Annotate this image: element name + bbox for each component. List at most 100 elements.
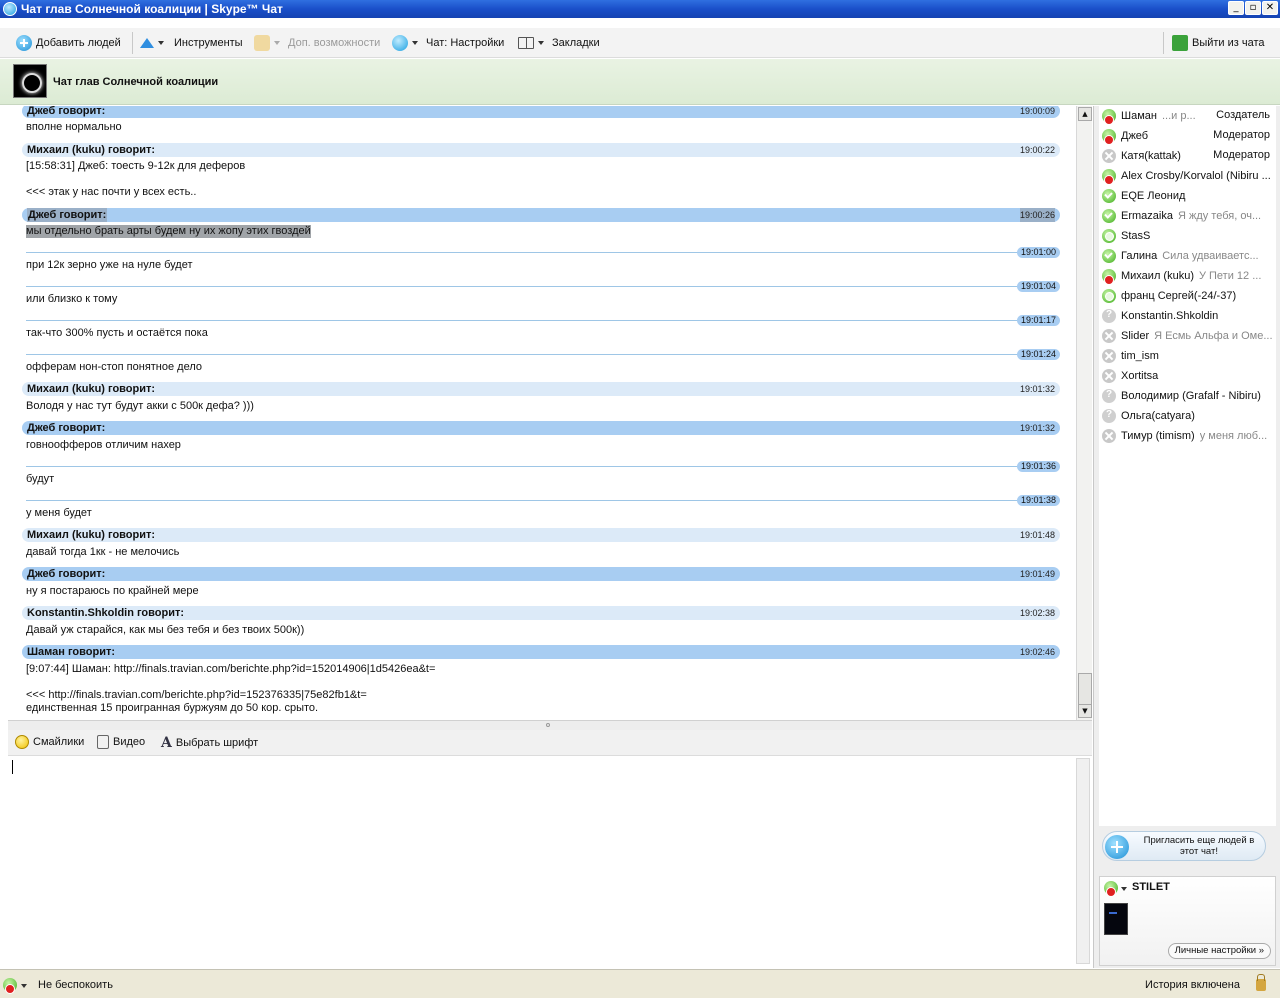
online-status-icon xyxy=(1102,189,1116,203)
participant-item[interactable]: Ольга(catyara) xyxy=(1099,406,1276,426)
participant-item[interactable]: Ermazaika Я жду тебя, оч... xyxy=(1099,206,1276,226)
font-button[interactable]: A Выбрать шрифт xyxy=(161,735,258,751)
font-label: Выбрать шрифт xyxy=(175,737,259,749)
scroll-down-arrow[interactable]: ▼ xyxy=(1078,704,1092,718)
participant-item[interactable]: Джеб Модератор xyxy=(1099,126,1276,146)
dnd-status-icon[interactable] xyxy=(3,978,17,994)
message-time: 19:01:36 xyxy=(1016,461,1060,472)
participant-mood: Сила удваиваетс... xyxy=(1162,250,1259,262)
maximize-button[interactable]: ▫ xyxy=(1245,1,1261,15)
message-history[interactable]: Джеб говорит: 19:00:09 вполне нормально … xyxy=(8,106,1076,720)
chat-title: Чат глав Солнечной коалиции xyxy=(53,76,219,88)
offline-status-icon xyxy=(1102,369,1116,383)
message-line: <<< этак у нас почти у всех есть.. xyxy=(26,186,197,198)
participant-item[interactable]: Slider Я Есмь Альфа и Оме... xyxy=(1099,326,1276,346)
away-status-icon xyxy=(1102,289,1116,303)
participant-item[interactable]: Михаил (kuku) У Пети 12 ... xyxy=(1099,266,1276,286)
participant-mood: Я Есмь Альфа и Оме... xyxy=(1154,330,1273,342)
video-button[interactable]: Видео xyxy=(97,735,145,749)
invite-button[interactable]: Пригласить еще людей в этот чат! xyxy=(1102,831,1266,861)
online-status[interactable]: Не беспокоить xyxy=(38,979,113,991)
participant-mood: Я жду тебя, оч... xyxy=(1177,210,1262,222)
participant-item[interactable]: StasS xyxy=(1099,226,1276,246)
message-scrollbar[interactable]: ▲ ▼ xyxy=(1076,106,1092,720)
message-line: вполне нормально xyxy=(26,121,122,133)
pane-splitter[interactable] xyxy=(8,720,1092,730)
participant-name: Xortitsa xyxy=(1121,370,1159,382)
smileys-label: Смайлики xyxy=(33,736,85,748)
participant-item[interactable]: tim_ism xyxy=(1099,346,1276,366)
status-bar: Не беспокоить История включена xyxy=(0,969,1280,998)
message-header: Михаил (kuku) говорит: 19:01:32 xyxy=(22,382,1060,396)
participant-item[interactable]: Xortitsa xyxy=(1099,366,1276,386)
message-line[interactable]: [9:07:44] Шаман: http://finals.travian.c… xyxy=(26,663,435,676)
participant-name: Тимур (timism) xyxy=(1121,430,1195,442)
message-time: 19:01:24 xyxy=(1016,349,1060,360)
chevron-down-icon[interactable] xyxy=(1121,887,1127,891)
smileys-button[interactable]: Смайлики xyxy=(15,735,84,749)
personal-settings-button[interactable]: Личные настройки » xyxy=(1167,943,1271,959)
participant-item[interactable]: Konstantin.Shkoldin xyxy=(1099,306,1276,326)
my-profile: STILET Личные настройки » xyxy=(1099,876,1276,966)
participants-list[interactable]: Шаман ...и р... Создатель Джеб Модератор Катя… xyxy=(1099,106,1276,826)
scroll-thumb[interactable] xyxy=(1078,673,1092,705)
participant-item[interactable]: Катя(kattak) Модератор xyxy=(1099,146,1276,166)
participant-item[interactable]: Володимир (Grafalf - Nibiru) xyxy=(1099,386,1276,406)
message-line[interactable]: <<< http://finals.travian.com/berichte.p… xyxy=(26,689,367,702)
participant-name: Володимир (Grafalf - Nibiru) xyxy=(1121,390,1261,402)
participant-name: Konstantin.Shkoldin xyxy=(1121,310,1219,322)
offline-status-icon xyxy=(1102,149,1116,163)
message-header: Джеб говорит: 19:01:32 xyxy=(22,421,1060,435)
book-icon xyxy=(518,37,534,49)
message-time: 19:00:22 xyxy=(1019,145,1055,155)
participant-role: Модератор xyxy=(1213,129,1270,141)
online-status-icon xyxy=(1102,209,1116,223)
add-people-icon xyxy=(16,35,32,51)
time-divider xyxy=(26,320,1060,321)
input-scrollbar[interactable] xyxy=(1076,758,1090,964)
chevron-down-icon[interactable] xyxy=(21,984,27,988)
participant-item[interactable]: Шаман ...и р... Создатель xyxy=(1099,106,1276,126)
participant-item[interactable]: франц Сергей(-24/-37) xyxy=(1099,286,1276,306)
close-button[interactable]: ✕ xyxy=(1262,1,1278,15)
add-people-icon xyxy=(1105,835,1129,859)
dnd-status-icon xyxy=(1102,169,1116,185)
message-author: Джеб говорит: xyxy=(27,568,106,580)
compose-toolbar: Смайлики Видео A Выбрать шрифт xyxy=(8,730,1092,756)
lock-icon xyxy=(1256,974,1266,991)
unknown-status-icon xyxy=(1102,409,1116,423)
chat-settings-label: Чат: Настройки xyxy=(426,37,505,49)
chat-settings-button[interactable]: Чат: Настройки xyxy=(392,34,504,52)
tools-button[interactable]: Инструменты xyxy=(140,34,243,52)
minimize-button[interactable]: _ xyxy=(1228,1,1244,15)
participant-item[interactable]: EQE Леонид xyxy=(1099,186,1276,206)
participant-name: Ermazaika xyxy=(1121,210,1173,222)
message-author: Konstantin.Shkoldin говорит: xyxy=(27,607,185,619)
video-label: Видео xyxy=(113,736,146,748)
invite-label: Пригласить еще людей в этот чат! xyxy=(1143,835,1255,857)
scroll-up-arrow[interactable]: ▲ xyxy=(1078,107,1092,121)
participant-item[interactable]: Галина Сила удваиваетс... xyxy=(1099,246,1276,266)
participant-item[interactable]: Alex Crosby/Korvalol (Nibiru ... xyxy=(1099,166,1276,186)
message-time: 19:00:26 xyxy=(1019,208,1055,222)
message-line: говноофферов отличим нахер xyxy=(26,439,181,451)
leave-chat-button[interactable]: Выйти из чата xyxy=(1172,34,1265,52)
message-author: Михаил (kuku) говорит: xyxy=(27,529,156,541)
participant-item[interactable]: Тимур (timism) у меня люб... xyxy=(1099,426,1276,446)
message-author: Михаил (kuku) говорит: xyxy=(27,383,156,395)
message-line: так-что 300% пусть и остаётся пока xyxy=(26,327,208,339)
add-people-button[interactable]: Добавить людей xyxy=(16,34,121,52)
time-divider xyxy=(26,252,1060,253)
message-line: [15:58:31] Джеб: тоесть 9-12к для деферо… xyxy=(26,160,246,172)
message-input[interactable] xyxy=(8,756,1092,968)
message-author: Джеб говорит: xyxy=(27,106,106,117)
message-time: 19:01:49 xyxy=(1019,569,1055,579)
message-header: Шаман говорит: 19:02:46 xyxy=(22,645,1060,659)
dnd-status-icon[interactable] xyxy=(1104,881,1118,897)
extras-button[interactable]: Доп. возможности xyxy=(254,34,380,52)
profile-avatar xyxy=(1104,903,1128,935)
skype-icon xyxy=(392,35,408,51)
online-status-icon xyxy=(1102,249,1116,263)
bookmarks-button[interactable]: Закладки xyxy=(518,34,600,52)
message-header: Михаил (kuku) говорит: 19:01:48 xyxy=(22,528,1060,542)
